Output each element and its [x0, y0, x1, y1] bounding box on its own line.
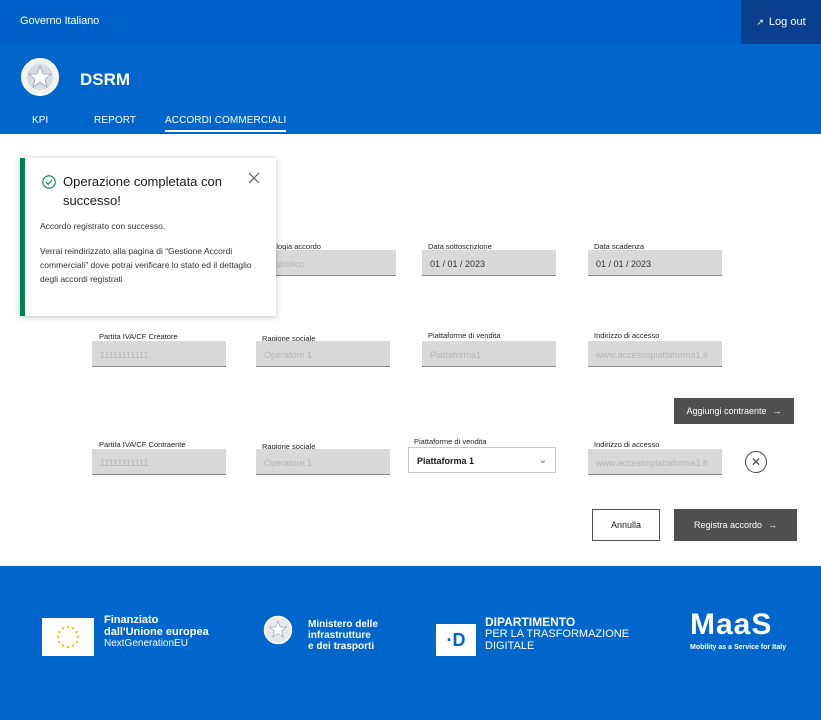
eu-line-2: dall'Unione europea — [104, 626, 209, 638]
indirizzo-contraente-field[interactable]: www.accessopiattaforma1.it — [588, 449, 722, 475]
gov-label: Governo Italiano — [20, 15, 100, 27]
ragione-sociale-creatore-field[interactable]: Operatore 1 — [256, 341, 390, 367]
tab-report[interactable]: REPORT — [94, 115, 136, 126]
tab-accordi-commerciali[interactable]: ACCORDI COMMERCIALI — [165, 115, 287, 132]
piva-creatore-label: Partita IVA/CF Creatore — [99, 332, 178, 341]
submit-button[interactable]: Registra accordo → — [674, 509, 797, 541]
mit-line-3: e dei trasporti — [308, 641, 375, 652]
cancel-button[interactable]: Annulla — [592, 509, 660, 541]
check-circle-icon — [42, 175, 56, 189]
tipologia-field[interactable]: Pubblico — [262, 250, 396, 276]
piva-creatore-field[interactable]: 11111111111 — [92, 341, 226, 367]
arrow-icon: ↗ — [756, 16, 764, 27]
close-icon[interactable] — [247, 171, 261, 185]
submit-label: Registra accordo — [693, 520, 763, 530]
chevron-down-icon: ⌄ — [538, 455, 547, 466]
mit-line-1: Ministero delle — [308, 619, 379, 630]
piattaforme-creatore-label: Piattaforme di vendita — [428, 331, 501, 340]
indirizzo-contraente-label: Indirizzo di accesso — [594, 440, 660, 449]
maas-tagline: Mobility as a Service for Italy — [690, 644, 787, 651]
data-sottoscrizione-field[interactable]: 01 / 01 / 2023 — [422, 250, 556, 276]
toast-title: Operazione completata con successo! — [63, 174, 222, 208]
data-scadenza-field[interactable]: 01 / 01 / 2023 — [588, 250, 722, 276]
eu-line-1: Finanziato — [104, 614, 159, 626]
maas-wordmark: MaaS — [690, 608, 773, 641]
tab-kpi[interactable]: KPI — [32, 115, 48, 126]
piattaforme-contraente-value: Piattaforma 1 — [417, 456, 475, 466]
dtd-line-2: PER LA TRASFORMAZIONE — [485, 628, 630, 640]
arrow-right-icon: → — [768, 520, 778, 530]
close-icon: ✕ — [750, 455, 762, 469]
ministry-text: Ministero delle infrastrutture e dei tra… — [308, 619, 378, 652]
logout-label: Log out — [768, 16, 806, 28]
republic-emblem-icon — [21, 58, 59, 96]
piattaforme-creatore-field[interactable]: Piattaforma1 — [422, 341, 556, 367]
dtd-logo: ·D — [436, 624, 476, 656]
mit-line-2: infrastrutture — [308, 630, 371, 641]
ministry-emblem-icon — [263, 615, 293, 645]
maas-logo: MaaS Mobility as a Service for Italy — [690, 608, 810, 651]
toast-message-1: Accordo registrato con successo. — [40, 221, 166, 231]
add-contractor-label: Aggiungi contraente — [686, 406, 767, 416]
eu-line-3: NextGenerationEU — [104, 638, 188, 649]
dtd-line-1: DIPARTIMENTO — [485, 615, 576, 629]
logout-button[interactable]: ↗ Log out — [741, 0, 821, 44]
ragione-sociale-contraente-field[interactable]: Operatore 1 — [256, 449, 390, 475]
main-nav: KPI REPORT ACCORDI COMMERCIALI — [0, 114, 821, 134]
indirizzo-creatore-field[interactable]: www.accessopiattaforma1.it — [588, 341, 722, 367]
piattaforme-contraente-select[interactable]: Piattaforma 1 ⌄ — [408, 447, 556, 473]
toast-message-2: Verrai reindirizzato alla pagina di “Ges… — [40, 246, 252, 284]
eu-flag-icon — [42, 618, 94, 656]
piva-contraente-label: Partita IVA/CF Contraente — [99, 440, 186, 449]
add-contractor-button[interactable]: Aggiungi contraente → — [674, 398, 794, 424]
footer: Finanziato dall'Unione europea NextGener… — [0, 566, 821, 720]
arrow-right-icon: → — [772, 406, 782, 416]
cancel-label: Annulla — [610, 520, 642, 530]
dtd-text: DIPARTIMENTO PER LA TRASFORMAZIONE DIGIT… — [485, 616, 629, 652]
brand-title: DSRM — [80, 70, 131, 89]
piva-contraente-field[interactable]: 11111111111 — [92, 449, 226, 475]
dtd-line-3: DIGITALE — [485, 640, 535, 652]
remove-contractor-button[interactable]: ✕ — [745, 451, 767, 473]
eu-funding-text: Finanziato dall'Unione europea NextGener… — [104, 614, 209, 650]
top-bar: Governo Italiano ↗ Log out — [0, 0, 821, 44]
indirizzo-creatore-label: Indirizzo di accesso — [594, 331, 660, 340]
success-toast: Operazione completata con successo! Acco… — [20, 158, 276, 316]
header: DSRM KPI REPORT ACCORDI COMMERCIALI — [0, 44, 821, 134]
piattaforme-contraente-label: Piattaforme di vendita — [414, 437, 487, 446]
